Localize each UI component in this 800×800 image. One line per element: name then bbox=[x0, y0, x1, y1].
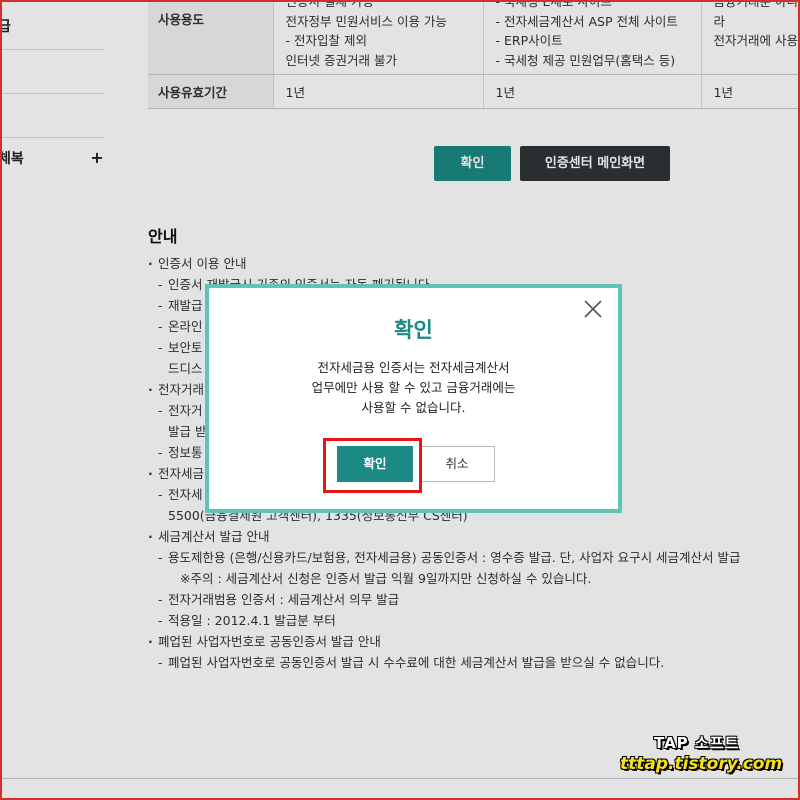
dialog-title: 확인 bbox=[394, 318, 433, 342]
message-line: 사용할 수 없습니다. bbox=[361, 400, 466, 415]
dialog-message: 전자세금용 인증서는 전자세금계산서 업무에만 사용 할 수 있고 금융거래에는… bbox=[209, 358, 618, 418]
message-line: 업무에만 사용 할 수 있고 금융거래에는 bbox=[311, 380, 516, 395]
message-line: 전자세금용 인증서는 전자세금계산서 bbox=[317, 360, 510, 375]
watermark-url: tttap.tistory.com bbox=[620, 754, 783, 774]
confirm-dialog: 확인 전자세금용 인증서는 전자세금계산서 업무에만 사용 할 수 있고 금융거… bbox=[205, 284, 622, 513]
red-highlight-box bbox=[323, 438, 422, 493]
dialog-cancel-button[interactable]: 취소 bbox=[419, 446, 495, 482]
watermark-title: TAP 소프트 bbox=[654, 734, 740, 752]
